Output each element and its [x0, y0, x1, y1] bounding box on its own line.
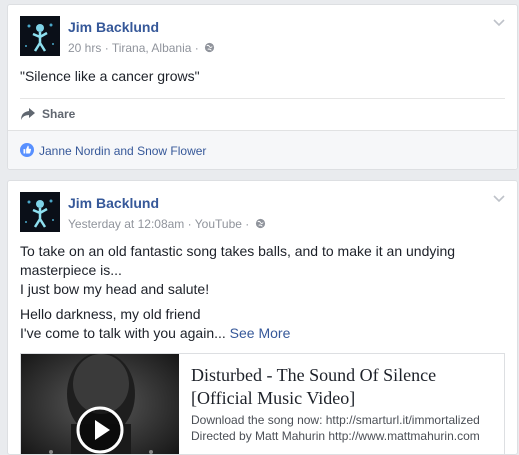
link-title-line: Disturbed - The Sound Of Silence — [191, 365, 437, 385]
post-meta: Yesterday at 12:08am · YouTube · — [68, 217, 266, 231]
text-line: I've come to talk with you again... See … — [20, 324, 505, 343]
globe-icon[interactable] — [204, 42, 215, 53]
avatar-image — [20, 16, 60, 56]
link-title-line: [Official Music Video] — [191, 388, 356, 408]
share-label: Share — [42, 107, 76, 121]
text-line: I just bow my head and salute! — [20, 281, 210, 297]
avatar[interactable] — [20, 16, 60, 56]
author-name[interactable]: Jim Backlund — [68, 19, 159, 35]
link-description: Download the song now: http://smarturl.i… — [191, 412, 498, 444]
play-icon[interactable] — [76, 406, 124, 454]
meta-separator: · — [194, 41, 203, 55]
see-more-link[interactable]: See More — [230, 325, 291, 341]
post-header: Jim Backlund Yesterday at 12:08am · YouT… — [20, 192, 505, 234]
post-header: Jim Backlund 20 hrs · Tirana, Albania · — [20, 16, 505, 58]
like-icon[interactable] — [20, 143, 34, 157]
meta-separator: · — [187, 217, 195, 231]
post-location[interactable]: Tirana, Albania — [112, 41, 192, 55]
text-line-content: I've come to talk with you again... — [20, 325, 226, 341]
reaction-names[interactable]: Janne Nordin and Snow Flower — [39, 144, 206, 158]
chevron-down-icon[interactable] — [493, 195, 505, 203]
post-time[interactable]: 20 hrs — [68, 41, 101, 55]
action-bar: Share — [20, 98, 505, 130]
chevron-down-icon[interactable] — [493, 19, 505, 27]
post-text-paragraph-1: To take on an old fantastic song takes b… — [20, 242, 505, 299]
link-title[interactable]: Disturbed - The Sound Of Silence [Offici… — [191, 364, 494, 410]
avatar-image — [20, 192, 60, 232]
author-name[interactable]: Jim Backlund — [68, 195, 159, 211]
avatar[interactable] — [20, 192, 60, 232]
post-text-paragraph-2: Hello darkness, my old friend I've come … — [20, 305, 505, 343]
video-thumbnail[interactable] — [21, 354, 179, 454]
meta-separator: · — [245, 217, 253, 231]
post-card-1: Jim Backlund 20 hrs · Tirana, Albania · … — [7, 4, 518, 170]
reactions-bar: Janne Nordin and Snow Flower — [8, 130, 517, 169]
text-line: masterpiece is... — [20, 262, 122, 278]
link-desc-line: Directed by Matt Mahurin http://www.matt… — [191, 429, 480, 443]
share-icon — [21, 108, 35, 120]
link-desc-line: Download the song now: http://smarturl.i… — [191, 413, 480, 427]
text-line: To take on an old fantastic song takes b… — [20, 243, 456, 259]
post-card-2: Jim Backlund Yesterday at 12:08am · YouT… — [7, 180, 518, 455]
post-text: "Silence like a cancer grows" — [20, 68, 200, 84]
post-time[interactable]: Yesterday at 12:08am — [68, 217, 184, 231]
text-line: Hello darkness, my old friend — [20, 306, 201, 322]
globe-icon[interactable] — [255, 218, 266, 229]
meta-separator: · — [104, 41, 112, 55]
post-meta: 20 hrs · Tirana, Albania · — [68, 41, 215, 55]
share-button[interactable]: Share — [20, 107, 75, 121]
post-source[interactable]: YouTube — [195, 217, 242, 231]
link-preview-card[interactable]: Disturbed - The Sound Of Silence [Offici… — [20, 353, 505, 454]
